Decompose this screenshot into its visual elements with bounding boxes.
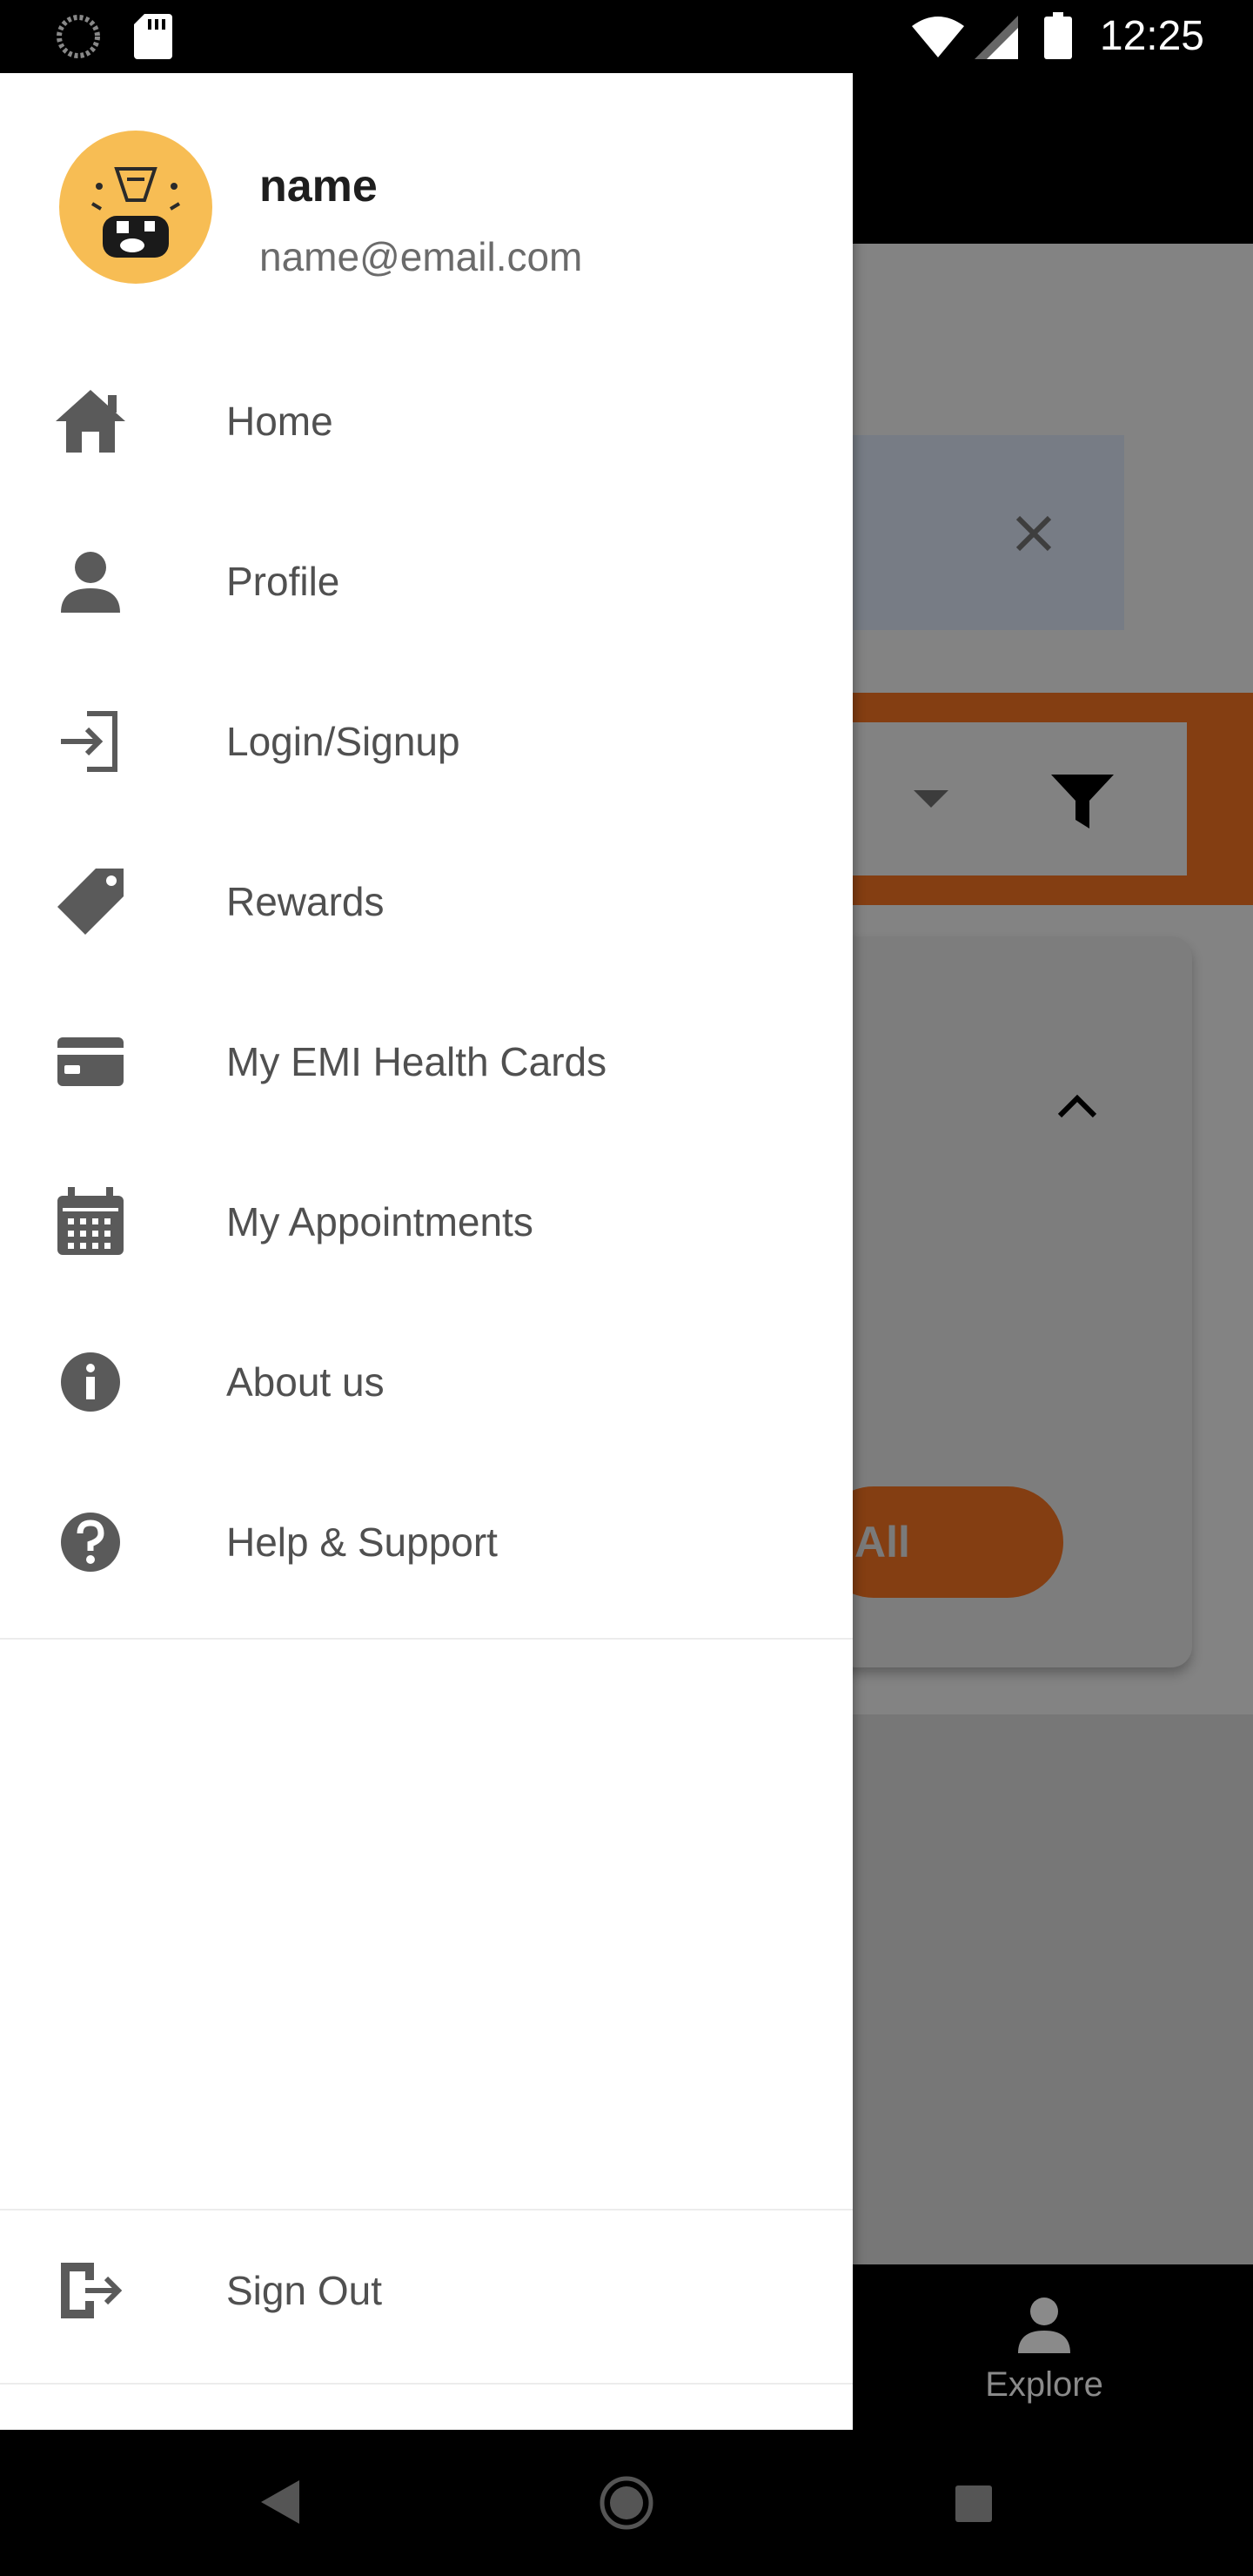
wifi-icon bbox=[912, 17, 964, 57]
banner bbox=[853, 435, 1124, 630]
home-nav-icon[interactable] bbox=[599, 2475, 654, 2531]
menu-label-about-us: About us bbox=[226, 1359, 385, 1405]
dropdown-arrow-icon[interactable] bbox=[914, 790, 948, 808]
status-bar: 12:25 bbox=[0, 0, 1253, 73]
sign-out-icon bbox=[61, 2263, 123, 2318]
menu-label-rewards: Rewards bbox=[226, 879, 385, 924]
card-icon bbox=[57, 1037, 124, 1086]
divider bbox=[0, 1638, 853, 1640]
avatar[interactable] bbox=[59, 131, 212, 284]
menu-item-home[interactable]: Home bbox=[0, 341, 853, 501]
user-email: name@email.com bbox=[259, 234, 583, 279]
explore-tab-label[interactable]: Explore bbox=[957, 2365, 1131, 2405]
view-all-button[interactable]: All bbox=[818, 1486, 1063, 1598]
battery-icon bbox=[1044, 12, 1072, 59]
sd-card-icon bbox=[134, 14, 172, 59]
user-name: name bbox=[259, 161, 378, 211]
menu-item-help-support[interactable]: Help & Support bbox=[0, 1462, 853, 1622]
avatar-monster-icon bbox=[90, 167, 181, 258]
menu-item-profile[interactable]: Profile bbox=[0, 501, 853, 661]
loading-icon bbox=[57, 15, 100, 58]
menu-label-login-signup: Login/Signup bbox=[226, 719, 460, 764]
menu-label-help-support: Help & Support bbox=[226, 1519, 498, 1565]
menu-item-rewards[interactable]: Rewards bbox=[0, 822, 853, 982]
filter-icon[interactable] bbox=[1051, 775, 1114, 828]
app-header bbox=[853, 73, 1253, 244]
menu-item-login-signup[interactable]: Login/Signup bbox=[0, 661, 853, 822]
menu-item-emi-health-cards[interactable]: My EMI Health Cards bbox=[0, 982, 853, 1142]
divider bbox=[0, 2383, 853, 2385]
help-icon bbox=[61, 1513, 120, 1572]
person-icon bbox=[61, 552, 120, 613]
info-icon bbox=[61, 1352, 120, 1412]
close-icon[interactable] bbox=[1009, 509, 1058, 558]
menu-label-home: Home bbox=[226, 399, 333, 444]
background-area bbox=[853, 1714, 1253, 2264]
chevron-up-icon[interactable] bbox=[1053, 1088, 1102, 1123]
navigation-drawer: name name@email.com Home Profile Login/S… bbox=[0, 73, 853, 2430]
login-icon bbox=[61, 711, 117, 772]
menu-label-emi-health-cards: My EMI Health Cards bbox=[226, 1039, 607, 1084]
sign-out-button[interactable]: Sign Out bbox=[0, 2210, 853, 2371]
signal-icon bbox=[975, 16, 1018, 59]
sign-out-label: Sign Out bbox=[226, 2268, 382, 2313]
menu-label-appointments: My Appointments bbox=[226, 1199, 533, 1244]
clock: 12:25 bbox=[1099, 13, 1204, 59]
filter-dropdown[interactable] bbox=[853, 722, 1187, 875]
explore-person-icon[interactable] bbox=[1018, 2298, 1070, 2353]
menu-item-appointments[interactable]: My Appointments bbox=[0, 1142, 853, 1302]
home-icon bbox=[56, 390, 125, 453]
recents-icon[interactable] bbox=[955, 2485, 992, 2522]
menu-item-about-us[interactable]: About us bbox=[0, 1302, 853, 1462]
calendar-icon bbox=[57, 1187, 124, 1255]
back-icon[interactable] bbox=[261, 2480, 299, 2524]
tag-icon bbox=[57, 869, 124, 935]
menu-label-profile: Profile bbox=[226, 559, 340, 604]
